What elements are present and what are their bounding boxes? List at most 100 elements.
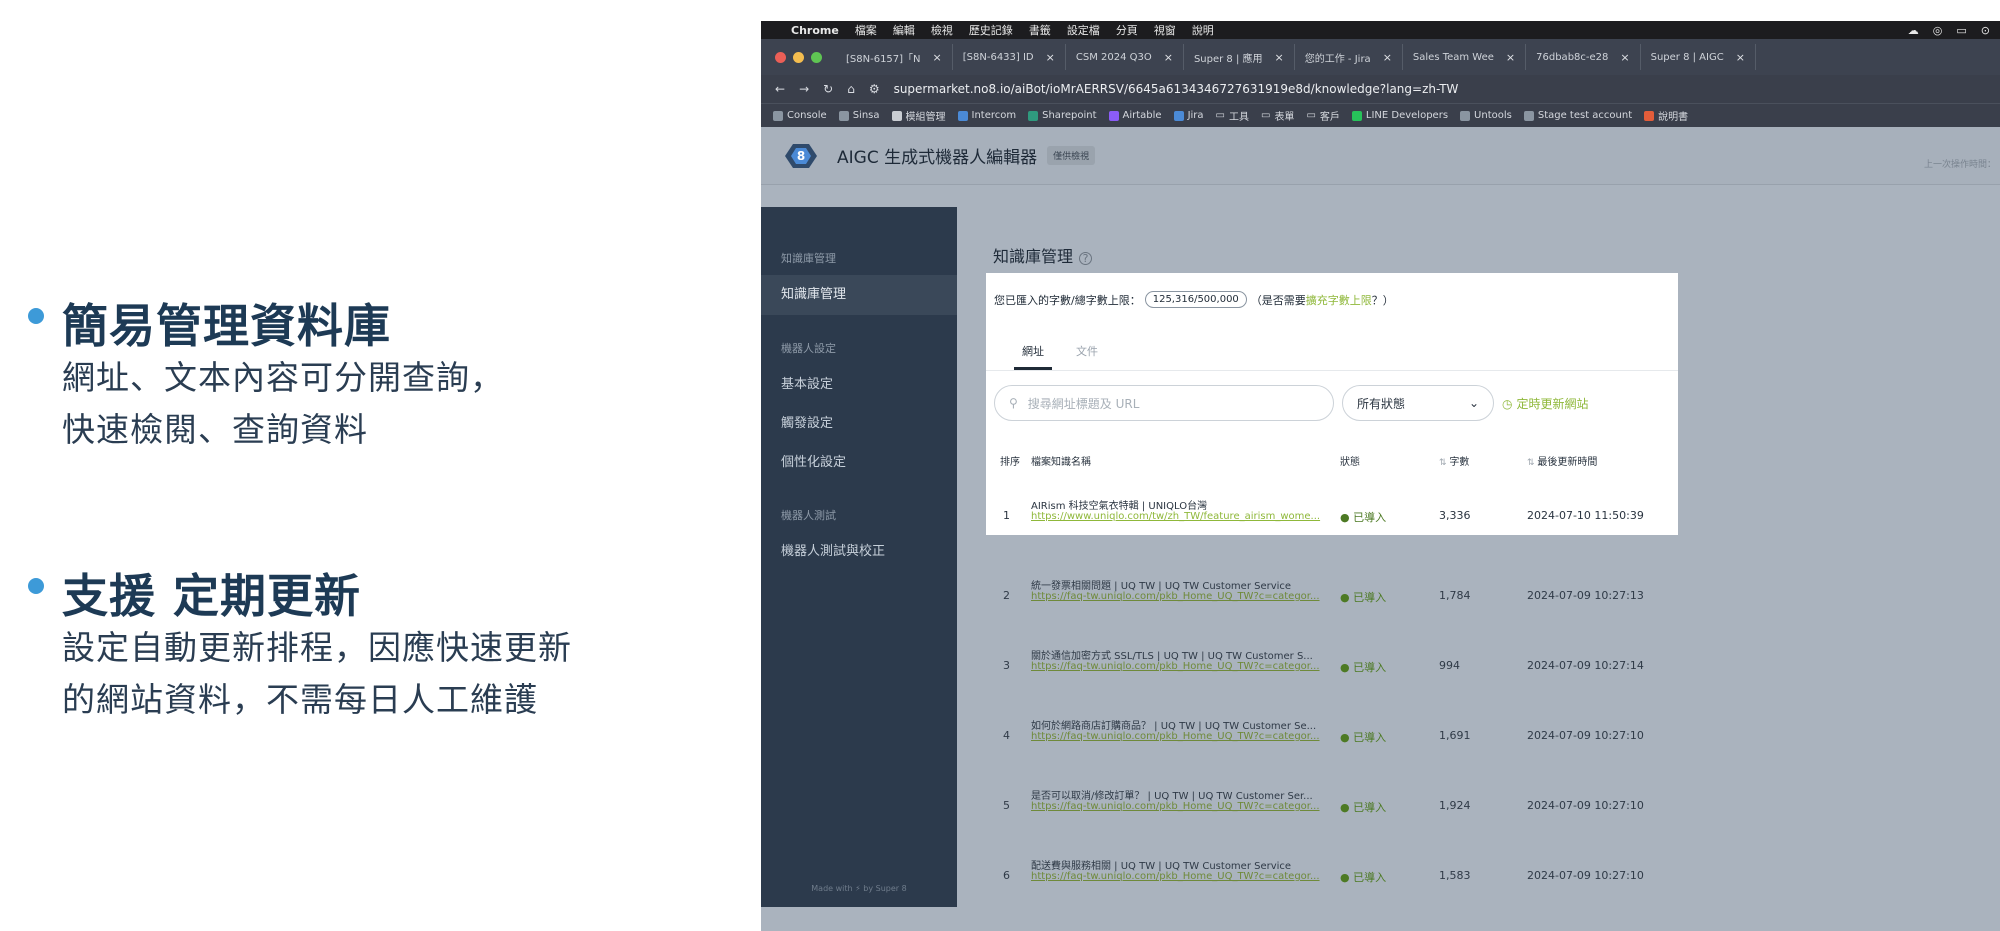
tab-url[interactable]: 網址 xyxy=(1014,343,1052,370)
status-text: 已導入 xyxy=(1353,871,1387,884)
browser-tab[interactable]: Sales Team Wee × xyxy=(1403,44,1527,70)
bookmark[interactable]: Sinsa xyxy=(838,110,880,121)
row-url-link[interactable]: https://faq-tw.uniqlo.com/pkb_Home_UQ_TW… xyxy=(1031,871,1331,882)
close-tab-icon[interactable]: × xyxy=(1620,51,1629,64)
row-name: 關於通信加密方式 SSL/TLS | UQ TW | UQ TW Custome… xyxy=(1031,651,1313,662)
table-row[interactable]: 6 配送費與服務相關 | UQ TW | UQ TW Customer Serv… xyxy=(986,855,1678,895)
bookmark-icon xyxy=(1351,110,1362,121)
quota-text: （是否需要 xyxy=(1250,293,1306,307)
bookmark-label: Sharepoint xyxy=(1042,110,1097,121)
browser-tab[interactable]: 您的工作 - Jira × xyxy=(1295,44,1403,70)
row-url-link[interactable]: https://www.uniqlo.com/tw/zh_TW/feature_… xyxy=(1031,511,1331,522)
browser-tab[interactable]: Super 8 | 應用 × xyxy=(1184,44,1295,70)
menu-item[interactable]: 說明 xyxy=(1192,22,1214,38)
table-row[interactable]: 4 如何於網路商店訂購商品？ | UQ TW | UQ TW Customer … xyxy=(986,715,1678,755)
row-url-link[interactable]: https://faq-tw.uniqlo.com/pkb_Home_UQ_TW… xyxy=(1031,731,1331,742)
battery-icon[interactable]: ▭ xyxy=(1956,24,1966,37)
window-controls xyxy=(761,51,836,63)
sidebar-item-trigger-settings[interactable]: 觸發設定 xyxy=(761,404,957,444)
row-name: 統一發票相關問題 | UQ TW | UQ TW Customer Servic… xyxy=(1031,581,1292,592)
status-text: 已導入 xyxy=(1353,801,1387,814)
menu-item[interactable]: 歷史記錄 xyxy=(969,22,1013,38)
quota-value: 125,316/500,000 xyxy=(1144,291,1247,308)
table-row[interactable]: 3 關於通信加密方式 SSL/TLS | UQ TW | UQ TW Custo… xyxy=(986,645,1678,685)
column-header-count[interactable]: ⇅ 字數 xyxy=(1439,453,1469,468)
browser-tab[interactable]: 76dbab8c-e28 × xyxy=(1526,44,1641,70)
close-tab-icon[interactable]: × xyxy=(1383,51,1392,64)
expand-quota-link[interactable]: 擴充字數上限 xyxy=(1306,292,1372,308)
quota-text: ？） xyxy=(1371,293,1394,307)
home-icon[interactable]: ⌂ xyxy=(847,82,855,96)
close-window-icon[interactable] xyxy=(775,51,786,63)
row-name: 配送費與服務相關 | UQ TW | UQ TW Customer Servic… xyxy=(1031,861,1292,872)
maximize-window-icon[interactable] xyxy=(811,51,822,63)
control-center-icon[interactable]: ⊙ xyxy=(1981,24,1990,37)
menu-item[interactable]: 視窗 xyxy=(1154,22,1176,38)
column-header-updated[interactable]: ⇅ 最後更新時間 xyxy=(1527,453,1597,468)
close-tab-icon[interactable]: × xyxy=(1506,51,1515,64)
row-no: 2 xyxy=(1003,589,1010,602)
bookmark[interactable]: Stage test account xyxy=(1523,110,1632,121)
page-title-text: 知識庫管理 xyxy=(993,247,1074,266)
reload-icon[interactable]: ↻ xyxy=(823,82,833,96)
cloud-icon[interactable]: ☁ xyxy=(1908,24,1919,37)
close-tab-icon[interactable]: × xyxy=(1046,51,1055,64)
row-name: 是否可以取消/修改訂單？ | UQ TW | UQ TW Customer Se… xyxy=(1031,791,1313,802)
clock-icon: ◷ xyxy=(1502,396,1513,411)
row-status: ● 已導入 xyxy=(1340,511,1387,524)
sidebar-item-personality[interactable]: 個性化設定 xyxy=(761,443,957,483)
menu-item[interactable]: 設定檔 xyxy=(1067,22,1100,38)
bookmark[interactable]: 模組管理 xyxy=(891,108,946,123)
bookmark[interactable]: Airtable xyxy=(1108,110,1162,121)
sidebar-item-bot-testing[interactable]: 機器人測試與校正 xyxy=(761,532,957,572)
forward-icon[interactable]: → xyxy=(799,82,809,96)
sidebar-group-label: 機器人測試 xyxy=(781,509,836,522)
browser-tab[interactable]: [S8N-6157]「N × xyxy=(836,44,953,70)
search-input[interactable]: ⚲ 搜尋網址標題及 URL xyxy=(994,385,1334,421)
site-info-icon[interactable]: ⚙ xyxy=(869,82,880,96)
search-placeholder: 搜尋網址標題及 URL xyxy=(1027,396,1140,411)
bookmark-label: 工具 xyxy=(1228,112,1249,123)
bookmark[interactable]: 說明書 xyxy=(1644,108,1688,123)
menu-item[interactable]: 檔案 xyxy=(855,22,877,38)
back-icon[interactable]: ← xyxy=(775,82,785,96)
url-field[interactable]: supermarket.no8.io/aiBot/ioMrAERRSV/6645… xyxy=(894,82,1459,96)
row-url-link[interactable]: https://faq-tw.uniqlo.com/pkb_Home_UQ_TW… xyxy=(1031,661,1331,672)
close-tab-icon[interactable]: × xyxy=(1164,51,1173,64)
close-tab-icon[interactable]: × xyxy=(1275,51,1284,64)
row-url-link[interactable]: https://faq-tw.uniqlo.com/pkb_Home_UQ_TW… xyxy=(1031,801,1331,812)
menu-item[interactable]: 書籤 xyxy=(1029,22,1051,38)
status-filter-select[interactable]: 所有狀態 ⌄ xyxy=(1342,385,1494,421)
menu-app-name[interactable]: Chrome xyxy=(791,24,839,37)
table-row[interactable]: 5 是否可以取消/修改訂單？ | UQ TW | UQ TW Customer … xyxy=(986,785,1678,825)
menu-item[interactable]: 分頁 xyxy=(1116,22,1138,38)
bookmark[interactable]: Jira xyxy=(1173,110,1204,121)
bookmark[interactable]: Sharepoint xyxy=(1028,110,1097,121)
bookmark-folder[interactable]: ▭ 工具 xyxy=(1216,108,1249,123)
bookmark[interactable]: LINE Developers xyxy=(1351,110,1448,121)
bookmark-folder[interactable]: ▭ 表單 xyxy=(1261,108,1294,123)
bookmark[interactable]: Untools xyxy=(1460,110,1512,121)
svg-text:8: 8 xyxy=(797,149,805,163)
menu-item[interactable]: 檢視 xyxy=(931,22,953,38)
browser-tab[interactable]: CSM 2024 Q3O × xyxy=(1066,44,1184,70)
menu-item[interactable]: 編輯 xyxy=(893,22,915,38)
bookmark-folder[interactable]: ▭ 客戶 xyxy=(1306,108,1339,123)
tab-file[interactable]: 文件 xyxy=(1076,343,1098,370)
bookmark[interactable]: Intercom xyxy=(957,110,1016,121)
close-tab-icon[interactable]: × xyxy=(933,51,942,64)
help-icon[interactable]: ? xyxy=(1079,252,1093,265)
table-row[interactable]: 2 統一發票相關問題 | UQ TW | UQ TW Customer Serv… xyxy=(986,575,1678,615)
row-url-link[interactable]: https://faq-tw.uniqlo.com/pkb_Home_UQ_TW… xyxy=(1031,591,1331,602)
schedule-update-link[interactable]: ◷ 定時更新網站 xyxy=(1502,395,1589,412)
table-row[interactable]: 1 AIRism 科技空氣衣特輯 | UNIQLO台灣 https://www.… xyxy=(986,495,1678,535)
browser-tab[interactable]: Super 8 | AIGC × xyxy=(1641,44,1756,70)
minimize-window-icon[interactable] xyxy=(793,51,804,63)
browser-tab[interactable]: [S8N-6433] ID × xyxy=(953,44,1066,70)
bullet-title: 支援 定期更新 xyxy=(62,569,362,623)
sidebar-item-basic-settings[interactable]: 基本設定 xyxy=(761,365,957,405)
wifi-icon[interactable]: ◎ xyxy=(1933,24,1943,37)
sidebar-item-knowledge[interactable]: 知識庫管理 xyxy=(761,275,957,315)
bookmark[interactable]: Console xyxy=(773,110,827,121)
close-tab-icon[interactable]: × xyxy=(1736,51,1745,64)
